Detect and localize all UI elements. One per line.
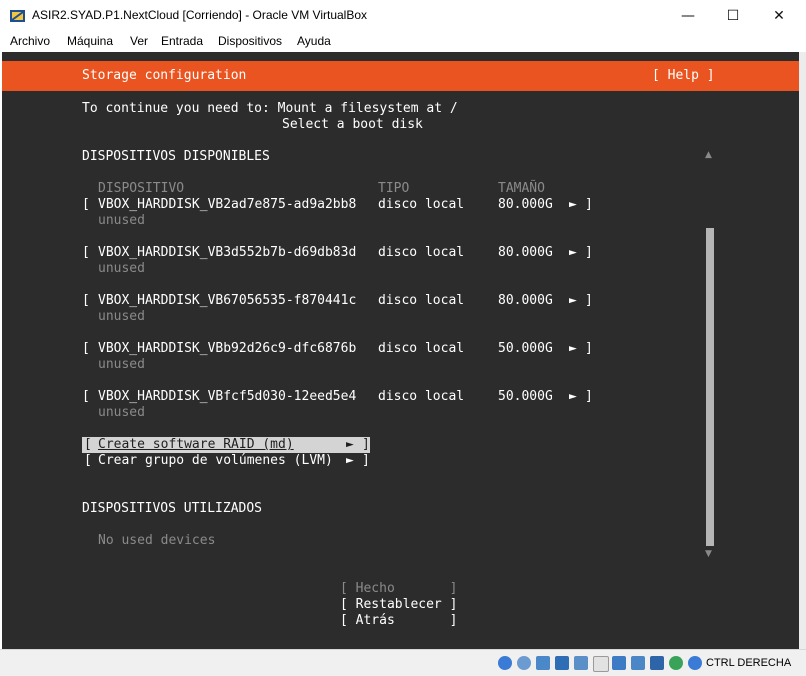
bracket-close: ] <box>585 245 593 260</box>
menu-entrada[interactable]: Entrada <box>161 34 203 48</box>
bracket-close: ] <box>585 293 593 308</box>
bracket-open: [ <box>82 293 90 308</box>
minimize-button[interactable]: — <box>665 0 711 31</box>
create-raid-button[interactable]: [ Create software RAID (md) ► ] <box>82 437 370 453</box>
optical-drive-icon[interactable] <box>517 656 531 670</box>
bracket-close: ] <box>585 389 593 404</box>
display-icon[interactable] <box>612 656 626 670</box>
column-size: TAMAÑO <box>498 181 545 196</box>
virtualization-icon[interactable] <box>650 656 664 670</box>
menu-dispositivos[interactable]: Dispositivos <box>218 34 282 48</box>
installer-header: Storage configuration [ Help ] <box>2 61 799 91</box>
host-key-label: CTRL DERECHA <box>706 657 792 669</box>
device-name: VBOX_HARDDISK_VB3d552b7b-d69db83d <box>98 245 357 260</box>
window-edge <box>799 52 806 649</box>
device-type: disco local <box>378 293 465 308</box>
bracket-close: ] <box>585 197 593 212</box>
scroll-up-icon[interactable]: ▲ <box>705 150 712 160</box>
device-type: disco local <box>378 245 465 260</box>
mouse-integration-icon[interactable] <box>669 656 683 670</box>
arrow-right-icon: ► <box>569 197 577 212</box>
device-name: VBOX_HARDDISK_VBfcf5d030-12eed5e4 <box>98 389 357 404</box>
device-name: VBOX_HARDDISK_VB67056535-f870441c <box>98 293 357 308</box>
bracket-open: [ <box>82 341 90 356</box>
bracket-close: ] <box>585 341 593 356</box>
keyboard-capture-icon[interactable] <box>688 656 702 670</box>
bracket-open: [ <box>84 453 92 468</box>
device-status: unused <box>98 309 145 324</box>
menu-bar: Archivo Máquina Ver Entrada Dispositivos… <box>0 31 806 52</box>
column-type: TIPO <box>378 181 410 196</box>
device-size: 80.000G <box>498 197 553 212</box>
bracket-close: ] <box>362 453 370 468</box>
used-devices-heading: DISPOSITIVOS UTILIZADOS <box>82 501 263 516</box>
close-button[interactable]: ✕ <box>756 0 802 31</box>
device-status: unused <box>98 357 145 372</box>
device-type: disco local <box>378 341 465 356</box>
shared-folders-icon[interactable] <box>593 656 609 672</box>
done-button[interactable]: [ Hecho ] <box>340 581 457 597</box>
menu-ver[interactable]: Ver <box>130 34 148 48</box>
create-raid-label: Create software RAID (md) <box>98 437 294 452</box>
usb-icon[interactable] <box>574 656 588 670</box>
bracket-open: [ <box>82 197 90 212</box>
no-used-devices: No used devices <box>98 533 216 548</box>
device-status: unused <box>98 213 145 228</box>
bracket-open: [ <box>82 389 90 404</box>
device-size: 50.000G <box>498 341 553 356</box>
device-status: unused <box>98 261 145 276</box>
window-title: ASIR2.SYAD.P1.NextCloud [Corriendo] - Or… <box>32 8 368 22</box>
arrow-right-icon: ► <box>569 293 577 308</box>
bracket-close: ] <box>362 437 370 452</box>
arrow-right-icon: ► <box>569 245 577 260</box>
scrollbar-thumb[interactable] <box>706 228 714 546</box>
arrow-right-icon: ► <box>346 437 354 452</box>
hard-disk-icon[interactable] <box>498 656 512 670</box>
audio-icon[interactable] <box>536 656 550 670</box>
device-name: VBOX_HARDDISK_VBb92d26c9-dfc6876b <box>98 341 357 356</box>
instructions-line-2: Select a boot disk <box>282 117 423 132</box>
virtualbox-icon <box>10 10 25 22</box>
title-bar: ASIR2.SYAD.P1.NextCloud [Corriendo] - Or… <box>0 0 806 31</box>
video-capture-icon[interactable] <box>631 656 645 670</box>
maximize-button[interactable]: ☐ <box>710 0 756 31</box>
bracket-open: [ <box>84 437 92 452</box>
device-name: VBOX_HARDDISK_VB2ad7e875-ad9a2bb8 <box>98 197 357 212</box>
reset-button[interactable]: [ Restablecer ] <box>340 597 457 613</box>
available-devices-heading: DISPOSITIVOS DISPONIBLES <box>82 149 270 164</box>
back-button[interactable]: [ Atrás ] <box>340 613 457 629</box>
vm-display[interactable]: Storage configuration [ Help ] To contin… <box>2 52 799 649</box>
arrow-right-icon: ► <box>569 389 577 404</box>
menu-ayuda[interactable]: Ayuda <box>297 34 331 48</box>
bracket-open: [ <box>82 245 90 260</box>
help-button[interactable]: [ Help ] <box>652 68 715 84</box>
status-bar: CTRL DERECHA <box>0 649 806 676</box>
device-size: 80.000G <box>498 293 553 308</box>
device-size: 80.000G <box>498 245 553 260</box>
network-icon[interactable] <box>555 656 569 670</box>
page-title: Storage configuration <box>82 68 247 83</box>
device-type: disco local <box>378 197 465 212</box>
column-device: DISPOSITIVO <box>98 181 185 196</box>
create-lvm-label: Crear grupo de volúmenes (LVM) <box>98 453 333 468</box>
device-status: unused <box>98 405 145 420</box>
device-type: disco local <box>378 389 465 404</box>
menu-archivo[interactable]: Archivo <box>10 34 50 48</box>
scroll-down-icon[interactable]: ▼ <box>705 549 712 559</box>
instructions-line-1: To continue you need to: Mount a filesys… <box>82 101 458 116</box>
arrow-right-icon: ► <box>346 453 354 468</box>
arrow-right-icon: ► <box>569 341 577 356</box>
menu-maquina[interactable]: Máquina <box>67 34 113 48</box>
device-size: 50.000G <box>498 389 553 404</box>
